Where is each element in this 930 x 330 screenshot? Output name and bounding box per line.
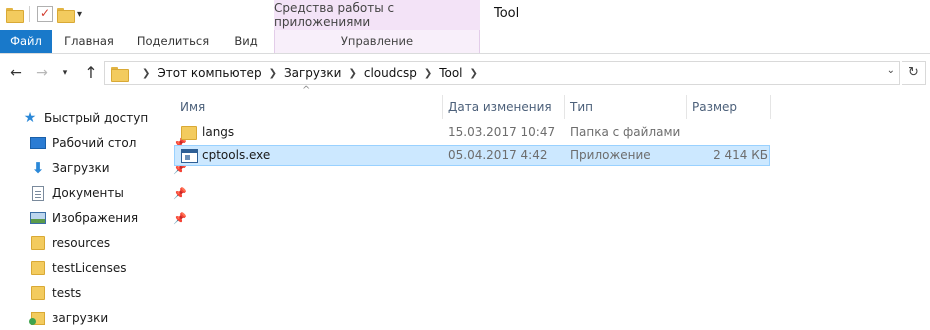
sidebar-item-label: Документы bbox=[52, 186, 124, 200]
toolbar-divider bbox=[29, 6, 30, 22]
file-type: Приложение bbox=[570, 148, 651, 162]
sidebar-item-documents[interactable]: Документы 📌 bbox=[30, 182, 187, 204]
sidebar-item-label: Загрузки bbox=[52, 161, 110, 175]
navigation-bar: ← → ▾ ↑ ❯ Этот компьютер ❯ Загрузки ❯ cl… bbox=[0, 55, 930, 91]
folder-icon[interactable] bbox=[6, 7, 24, 23]
column-divider[interactable] bbox=[564, 95, 565, 119]
navigation-pane: ★ Быстрый доступ Рабочий стол 📌 ⬇ Загруз… bbox=[0, 91, 187, 330]
breadcrumb-separator-icon[interactable]: ❯ bbox=[135, 68, 157, 79]
quick-access-toolbar: ✓ ▾ bbox=[6, 6, 82, 23]
up-arrow-icon[interactable]: ↑ bbox=[80, 63, 102, 83]
column-header-modified[interactable]: Дата изменения bbox=[444, 95, 564, 119]
sidebar-item-label: testLicenses bbox=[52, 261, 127, 275]
file-name: langs bbox=[202, 125, 235, 139]
file-size bbox=[692, 123, 768, 144]
tab-file[interactable]: Файл bbox=[0, 30, 52, 53]
download-icon: ⬇ bbox=[31, 159, 45, 177]
back-arrow-icon[interactable]: ← bbox=[6, 63, 26, 83]
desktop-icon bbox=[30, 137, 46, 149]
column-divider[interactable] bbox=[442, 95, 443, 119]
file-row-langs[interactable]: langs 15.03.2017 10:47 Папка с файлами bbox=[174, 123, 770, 144]
folder-icon bbox=[31, 261, 45, 275]
pictures-icon bbox=[30, 212, 46, 224]
column-header-type[interactable]: Тип bbox=[566, 95, 686, 119]
sidebar-item-label: Быстрый доступ bbox=[44, 111, 149, 125]
file-name: cptools.exe bbox=[202, 148, 271, 162]
breadcrumb-separator-icon[interactable]: ❯ bbox=[417, 68, 439, 79]
folder-icon bbox=[181, 126, 197, 140]
address-bar[interactable]: ❯ Этот компьютер ❯ Загрузки ❯ cloudcsp ❯… bbox=[104, 61, 900, 85]
sidebar-item-label: resources bbox=[52, 236, 111, 250]
customize-dropdown-icon[interactable]: ▾ bbox=[77, 9, 82, 20]
tab-share[interactable]: Поделиться bbox=[128, 30, 218, 53]
sidebar-item-pictures[interactable]: Изображения 📌 bbox=[30, 207, 187, 229]
file-list: ^ Имя Дата изменения Тип Размер langs 15… bbox=[168, 85, 930, 330]
sidebar-item-testlicenses[interactable]: testLicenses bbox=[30, 257, 127, 279]
folder-icon bbox=[31, 286, 45, 300]
column-header-name[interactable]: Имя bbox=[176, 95, 442, 119]
address-folder-icon bbox=[111, 66, 129, 82]
title-bar: ✓ ▾ Средства работы с приложениями Tool bbox=[0, 0, 930, 30]
breadcrumb-separator-icon[interactable]: ❯ bbox=[463, 68, 485, 79]
refresh-icon[interactable]: ↻ bbox=[902, 61, 926, 85]
properties-check-icon[interactable]: ✓ bbox=[37, 6, 53, 22]
recent-locations-dropdown-icon[interactable]: ▾ bbox=[58, 63, 72, 83]
star-icon: ★ bbox=[23, 110, 37, 126]
breadcrumb-separator-icon[interactable]: ❯ bbox=[262, 68, 284, 79]
window-title: Tool bbox=[494, 6, 520, 21]
breadcrumb: ❯ Этот компьютер ❯ Загрузки ❯ cloudcsp ❯… bbox=[135, 66, 485, 80]
documents-icon bbox=[32, 185, 44, 201]
file-type: Папка с файлами bbox=[570, 125, 681, 139]
sidebar-item-label: загрузки bbox=[52, 311, 109, 325]
column-divider[interactable] bbox=[770, 95, 771, 119]
file-modified: 15.03.2017 10:47 bbox=[448, 125, 556, 139]
breadcrumb-this-pc[interactable]: Этот компьютер bbox=[157, 66, 261, 80]
forward-arrow-icon[interactable]: → bbox=[32, 63, 52, 83]
sidebar-item-label: Изображения bbox=[52, 211, 139, 225]
sidebar-item-zagruzki[interactable]: загрузки bbox=[29, 307, 109, 329]
application-icon bbox=[181, 149, 198, 163]
file-modified: 05.04.2017 4:42 bbox=[448, 148, 548, 162]
sidebar-item-tests[interactable]: tests bbox=[30, 282, 81, 304]
contextual-group-title: Средства работы с приложениями bbox=[274, 0, 480, 30]
breadcrumb-separator-icon[interactable]: ❯ bbox=[341, 68, 363, 79]
breadcrumb-cloudcsp[interactable]: cloudcsp bbox=[364, 66, 417, 80]
tab-manage[interactable]: Управление bbox=[274, 30, 480, 53]
sidebar-quick-access[interactable]: ★ Быстрый доступ bbox=[22, 107, 148, 129]
folder-icon bbox=[31, 236, 45, 250]
sidebar-item-downloads[interactable]: ⬇ Загрузки 📌 bbox=[30, 157, 187, 179]
sidebar-item-label: Рабочий стол bbox=[52, 136, 137, 150]
tab-home[interactable]: Главная bbox=[58, 30, 120, 53]
tab-view[interactable]: Вид bbox=[226, 30, 266, 53]
column-header-size[interactable]: Размер bbox=[688, 95, 770, 119]
file-row-cptools[interactable]: cptools.exe 05.04.2017 4:42 Приложение 2… bbox=[174, 145, 770, 166]
address-history-dropdown-icon[interactable]: ⌄ bbox=[887, 65, 895, 76]
sidebar-item-desktop[interactable]: Рабочий стол 📌 bbox=[30, 132, 187, 154]
new-folder-icon[interactable] bbox=[57, 7, 75, 23]
sidebar-item-label: tests bbox=[52, 286, 82, 300]
breadcrumb-tool[interactable]: Tool bbox=[439, 66, 462, 80]
folder-icon bbox=[29, 311, 45, 325]
ribbon-tabs: Файл Главная Поделиться Вид Управление bbox=[0, 30, 930, 54]
file-size: 2 414 КБ bbox=[713, 148, 768, 162]
sidebar-item-resources[interactable]: resources bbox=[30, 232, 110, 254]
breadcrumb-downloads[interactable]: Загрузки bbox=[284, 66, 342, 80]
column-divider[interactable] bbox=[686, 95, 687, 119]
